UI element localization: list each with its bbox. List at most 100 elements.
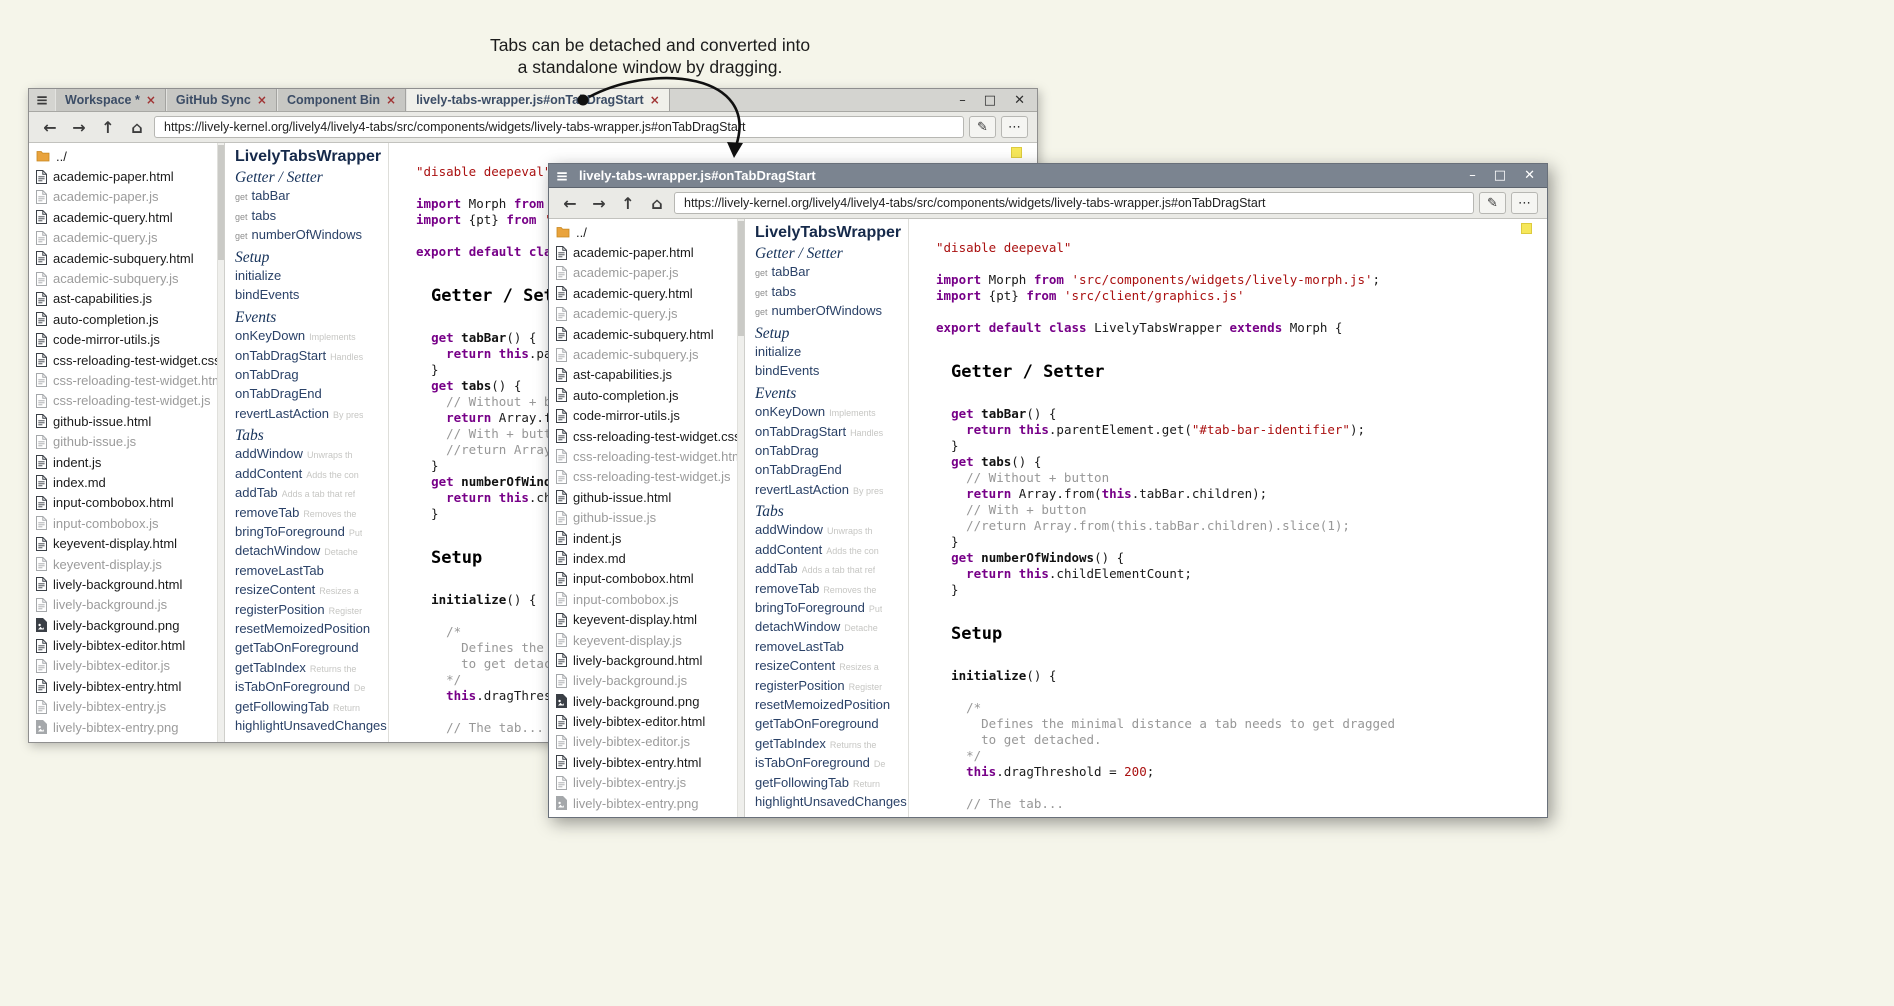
outline-item[interactable]: onTabDrag <box>235 367 388 386</box>
minimize-button[interactable]: – <box>1469 169 1476 182</box>
file-item[interactable]: lively-bibtex-editor.js <box>549 732 744 752</box>
outline-item[interactable]: getTabOnForeground <box>755 716 908 735</box>
outline-item[interactable]: Setup <box>235 249 388 268</box>
file-item[interactable]: lively-bibtex-entry.html <box>29 676 224 696</box>
file-item[interactable]: input-combobox.js <box>549 589 744 609</box>
file-list-scrollbar[interactable] <box>737 219 744 817</box>
file-item[interactable]: github-issue.js <box>549 507 744 527</box>
file-item[interactable]: css-reloading-test-widget.js <box>29 391 224 411</box>
file-item[interactable]: keyevent-display.js <box>549 630 744 650</box>
outline-item[interactable]: get tabBar <box>755 264 908 283</box>
file-item[interactable]: ast-capabilities.js <box>29 289 224 309</box>
forward-button[interactable]: → <box>67 115 91 139</box>
file-item[interactable]: input-combobox.html <box>29 493 224 513</box>
file-item[interactable]: indent.js <box>549 528 744 548</box>
outline-item[interactable]: getTabIndex Returns the <box>755 736 908 755</box>
outline-item[interactable]: getTabIndex Returns the <box>235 660 388 679</box>
file-item[interactable]: ast-capabilities.js <box>549 365 744 385</box>
minimize-button[interactable]: – <box>959 94 966 107</box>
up-button[interactable]: ↑ <box>616 191 640 215</box>
scrollbar-thumb[interactable] <box>218 145 224 260</box>
outline-item[interactable]: registerPosition Register <box>755 678 908 697</box>
outline-item[interactable]: get tabs <box>235 208 388 227</box>
outline-item[interactable]: onKeyDown Implements <box>235 328 388 347</box>
outline-item[interactable]: get numberOfWindows <box>235 227 388 246</box>
outline-item[interactable]: resetMemoizedPosition <box>755 697 908 716</box>
outline-item[interactable]: resizeContent Resizes a <box>755 658 908 677</box>
tab-close-icon[interactable]: × <box>650 93 660 107</box>
file-item[interactable]: academic-subquery.html <box>549 324 744 344</box>
file-item[interactable]: academic-subquery.html <box>29 248 224 268</box>
file-item[interactable]: academic-subquery.js <box>549 344 744 364</box>
file-item[interactable]: academic-paper.html <box>549 242 744 262</box>
file-list-scrollbar[interactable] <box>217 143 224 742</box>
outline-item[interactable]: removeLastTab <box>235 563 388 582</box>
tab[interactable]: Workspace * × <box>55 89 166 111</box>
outline-item[interactable]: revertLastAction By pres <box>235 406 388 425</box>
url-input[interactable]: https://lively-kernel.org/lively4/lively… <box>154 116 964 138</box>
outline-item[interactable]: bringToForeground Put <box>755 600 908 619</box>
file-item[interactable]: lively-bibtex-editor.html <box>549 711 744 731</box>
url-input[interactable]: https://lively-kernel.org/lively4/lively… <box>674 192 1474 214</box>
close-button[interactable]: ✕ <box>1524 169 1535 182</box>
edit-button[interactable]: ✎ <box>969 116 996 138</box>
tab[interactable]: lively-tabs-wrapper.js#onTabDragStart × <box>406 89 670 111</box>
file-item[interactable]: input-combobox.html <box>549 569 744 589</box>
code-editor[interactable]: "disable deepeval" import Morph from 'sr… <box>909 219 1547 817</box>
file-item[interactable]: input-combobox.js <box>29 513 224 533</box>
outline-item[interactable]: removeTab Removes the <box>235 505 388 524</box>
outline-item[interactable]: get tabBar <box>235 188 388 207</box>
outline-item[interactable]: addContent Adds the con <box>755 542 908 561</box>
maximize-button[interactable]: □ <box>1494 169 1506 182</box>
forward-button[interactable]: → <box>587 191 611 215</box>
outline-item[interactable]: onTabDragEnd <box>235 386 388 405</box>
up-button[interactable]: ↑ <box>96 115 120 139</box>
outline-item[interactable]: isTabOnForeground De <box>755 755 908 774</box>
home-button[interactable]: ⌂ <box>125 115 149 139</box>
file-item[interactable]: academic-query.js <box>549 304 744 324</box>
file-item[interactable]: indent.js <box>29 452 224 472</box>
file-item[interactable]: lively-bibtex-entry.js <box>549 773 744 793</box>
file-item[interactable]: index.md <box>549 548 744 568</box>
close-button[interactable]: ✕ <box>1014 94 1025 107</box>
file-item[interactable]: academic-paper.js <box>549 263 744 283</box>
file-item[interactable]: lively-background.html <box>29 574 224 594</box>
file-item[interactable]: github-issue.js <box>29 431 224 451</box>
file-item[interactable]: auto-completion.js <box>549 385 744 405</box>
outline-item[interactable]: Tabs <box>235 427 388 446</box>
outline-item[interactable]: registerPosition Register <box>235 602 388 621</box>
file-item[interactable]: lively-bibtex-entry.js <box>29 697 224 717</box>
file-item[interactable]: academic-query.js <box>29 228 224 248</box>
outline-item[interactable]: onTabDragEnd <box>755 462 908 481</box>
file-item[interactable]: css-reloading-test-widget.css <box>29 350 224 370</box>
outline-item[interactable]: Events <box>235 309 388 328</box>
tab-close-icon[interactable]: × <box>257 93 267 107</box>
file-item[interactable]: lively-background.png <box>29 615 224 635</box>
file-item[interactable]: css-reloading-test-widget.html <box>29 370 224 390</box>
outline-item[interactable]: Setup <box>755 325 908 344</box>
outline-item[interactable]: onTabDrag <box>755 443 908 462</box>
file-item[interactable]: lively-bibtex-editor.js <box>29 656 224 676</box>
outline-item[interactable]: addWindow Unwraps th <box>235 446 388 465</box>
file-item[interactable]: github-issue.html <box>549 487 744 507</box>
tab[interactable]: Component Bin × <box>277 89 406 111</box>
file-item[interactable]: lively-bibtex-editor.html <box>29 635 224 655</box>
outline-item[interactable]: highlightUnsavedChanges <box>755 794 908 813</box>
more-button[interactable]: ⋯ <box>1511 192 1538 214</box>
file-item[interactable]: lively-bibtex-entry.html <box>549 752 744 772</box>
outline-item[interactable]: revertLastAction By pres <box>755 482 908 501</box>
file-item[interactable]: index.md <box>29 472 224 492</box>
menu-icon[interactable]: ≡ <box>549 167 575 185</box>
file-item[interactable]: academic-subquery.js <box>29 268 224 288</box>
file-item[interactable]: lively-background.js <box>29 595 224 615</box>
file-item[interactable]: academic-query.html <box>29 207 224 227</box>
scrollbar-thumb[interactable] <box>738 221 744 336</box>
outline-item[interactable]: resetMemoizedPosition <box>235 621 388 640</box>
file-item[interactable]: code-mirror-utils.js <box>29 330 224 350</box>
outline-item[interactable]: addWindow Unwraps th <box>755 522 908 541</box>
outline-item[interactable]: addContent Adds the con <box>235 466 388 485</box>
outline-item[interactable]: getFollowingTab Return <box>755 775 908 794</box>
file-item[interactable]: lively-background.html <box>549 650 744 670</box>
back-button[interactable]: ← <box>558 191 582 215</box>
outline-item[interactable]: detachWindow Detache <box>235 543 388 562</box>
